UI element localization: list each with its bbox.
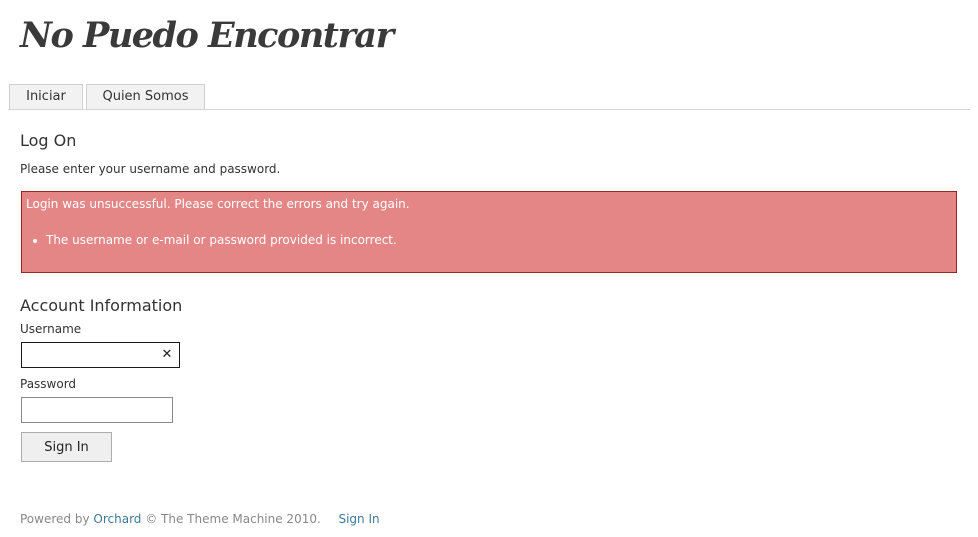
error-list: The username or e-mail or password provi… [26, 232, 397, 248]
error-summary: Login was unsuccessful. Please correct t… [26, 197, 410, 211]
orchard-link[interactable]: Orchard [93, 512, 141, 526]
validation-error-box: Login was unsuccessful. Please correct t… [21, 191, 957, 273]
username-input[interactable] [22, 343, 157, 367]
logon-instructions: Please enter your username and password. [20, 162, 281, 176]
footer-powered-by: Powered by [20, 512, 90, 526]
tab-iniciar[interactable]: Iniciar [9, 84, 83, 109]
username-label: Username [20, 322, 82, 336]
password-label: Password [20, 377, 77, 391]
password-input[interactable] [21, 397, 173, 423]
footer-copyright: © The Theme Machine 2010. [145, 512, 321, 526]
site-title: No Puedo Encontrar [20, 15, 394, 56]
page-title: Log On [20, 131, 77, 150]
footer-sign-in-link[interactable]: Sign In [338, 512, 379, 526]
menu-divider [8, 109, 970, 110]
sign-in-button[interactable]: Sign In [21, 432, 112, 462]
username-field-wrapper: ✕ [21, 342, 180, 368]
footer: Powered by Orchard © The Theme Machine 2… [20, 511, 380, 527]
account-information-heading: Account Information [20, 296, 183, 315]
close-icon[interactable]: ✕ [161, 346, 173, 364]
error-item: The username or e-mail or password provi… [26, 232, 397, 248]
tab-quien-somos[interactable]: Quien Somos [86, 84, 205, 109]
